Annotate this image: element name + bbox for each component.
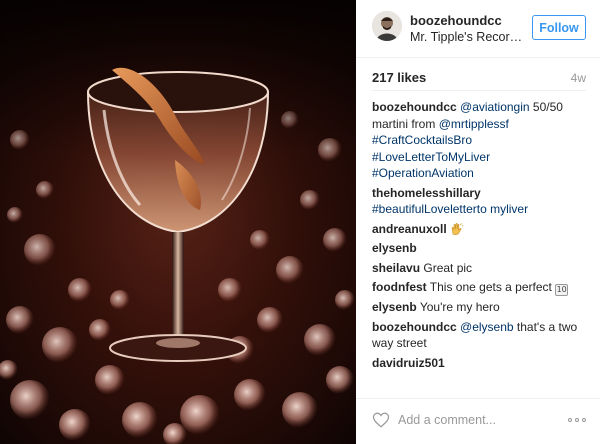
comment-username[interactable]: foodnfest <box>372 280 427 294</box>
comment-username[interactable]: andreanuxoll <box>372 222 447 236</box>
header-location[interactable]: Mr. Tipple's Recordin... <box>410 30 528 44</box>
clapping-hands-emoji-icon <box>451 222 464 235</box>
comment-username[interactable]: boozehoundcc <box>372 100 457 114</box>
post-age[interactable]: 4w <box>571 71 586 85</box>
comment-item: boozehoundcc @aviationgin 50/50 martini … <box>372 99 590 182</box>
post-photo[interactable] <box>0 0 356 444</box>
follow-button[interactable]: Follow <box>532 15 586 40</box>
hashtag-link[interactable]: #CraftCocktailsBro <box>372 133 472 147</box>
divider <box>372 90 586 91</box>
keycap-ten-emoji-icon: 10 <box>555 284 569 296</box>
martini-photo-illustration <box>0 0 356 444</box>
comment-item: davidruiz501 <box>372 355 590 372</box>
add-comment-input[interactable] <box>398 410 548 430</box>
post-side-panel: boozehoundcc Mr. Tipple's Recordin... Fo… <box>356 0 600 444</box>
post-header: boozehoundcc Mr. Tipple's Recordin... Fo… <box>356 0 600 58</box>
comment-item: boozehoundcc @elysenb that's a two way s… <box>372 319 590 352</box>
hashtag-link[interactable]: #LoveLetterToMyLiver <box>372 150 490 164</box>
mention-link[interactable]: @elysenb <box>460 320 514 334</box>
header-username[interactable]: boozehoundcc <box>410 13 502 28</box>
comment-username[interactable]: sheilavu <box>372 261 420 275</box>
comment-text: This one gets a perfect <box>429 280 556 294</box>
comment-username[interactable]: thehomelesshillary <box>372 186 481 200</box>
comment-username[interactable]: elysenb <box>372 300 417 314</box>
mention-link[interactable]: @aviationgin <box>460 100 530 114</box>
mention-link[interactable]: @mrtipplessf <box>439 117 509 131</box>
comment-text: You're my hero <box>419 300 500 314</box>
user-avatar-icon <box>372 11 402 41</box>
comment-item: thehomelesshillary #beautifulLovelettert… <box>372 185 590 218</box>
likes-row: 217 likes 4w <box>372 70 586 88</box>
comment-item: andreanuxoll <box>372 221 590 238</box>
comment-username[interactable]: boozehoundcc <box>372 320 457 334</box>
instagram-post: boozehoundcc Mr. Tipple's Recordin... Fo… <box>0 0 600 444</box>
comment-item: elysenb You're my hero <box>372 299 590 316</box>
comments-list: boozehoundcc @aviationgin 50/50 martini … <box>372 99 590 374</box>
comment-item: sheilavu Great pic <box>372 260 590 277</box>
comment-item: foodnfest This one gets a perfect 10 <box>372 279 590 296</box>
comment-item: elysenb <box>372 240 590 257</box>
likes-count[interactable]: 217 likes <box>372 70 426 85</box>
avatar[interactable] <box>372 11 402 41</box>
hashtag-link[interactable]: #beautifulLoveletterto myliver <box>372 202 528 216</box>
comment-username[interactable]: elysenb <box>372 241 417 255</box>
post-footer <box>356 398 600 444</box>
comment-username[interactable]: davidruiz501 <box>372 356 445 370</box>
more-options-icon[interactable] <box>568 418 586 422</box>
heart-outline-icon[interactable] <box>372 411 390 429</box>
hashtag-link[interactable]: #OperationAviation <box>372 166 474 180</box>
comment-text: Great pic <box>423 260 473 275</box>
